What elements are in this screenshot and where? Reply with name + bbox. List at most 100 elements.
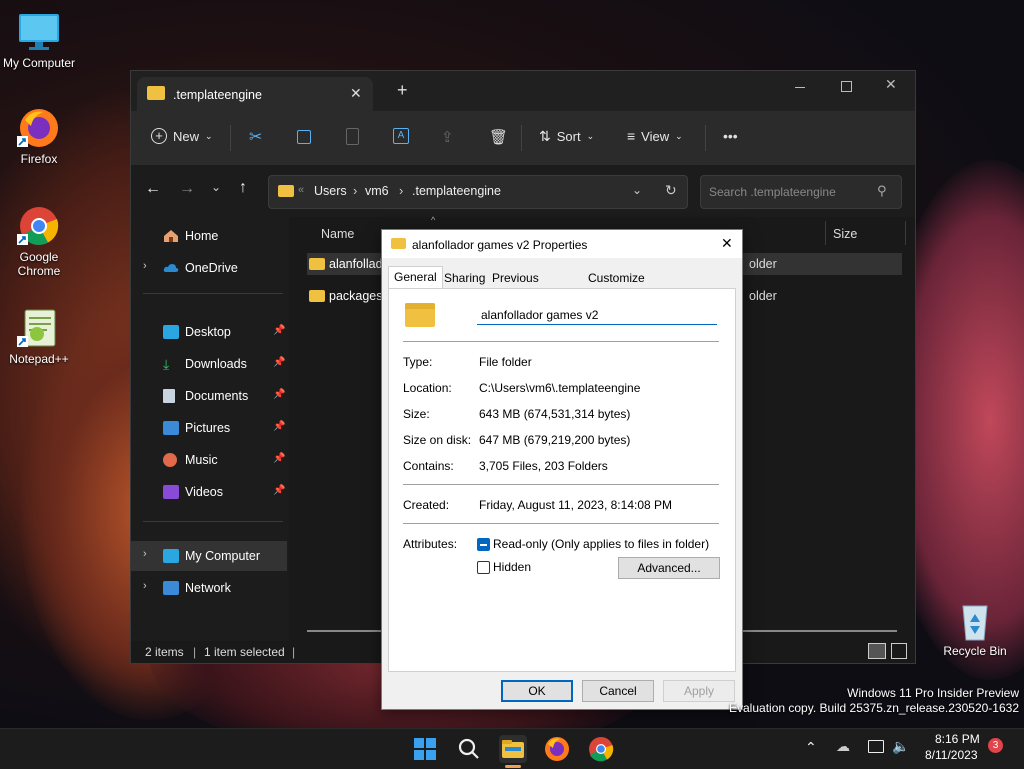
volume-icon[interactable]: 🔈 xyxy=(892,738,909,755)
readonly-label: Read-only (Only applies to files in fold… xyxy=(493,537,710,551)
cut-icon[interactable]: ✂ xyxy=(249,127,262,147)
explorer-tab[interactable]: .templateengine ✕ xyxy=(137,77,373,111)
firefox-icon xyxy=(17,106,61,150)
created-value: Friday, August 11, 2023, 8:14:08 PM xyxy=(479,498,673,512)
view-button[interactable]: ≡ View ⌄ xyxy=(627,128,683,144)
chevron-right-icon[interactable]: › xyxy=(143,548,147,560)
pin-icon[interactable]: 📌 xyxy=(273,485,285,496)
tab-sharing[interactable]: Sharing xyxy=(439,268,490,288)
new-button[interactable]: + New ⌄ xyxy=(151,128,213,144)
apply-button[interactable]: Apply xyxy=(663,680,735,702)
nav-label: Pictures xyxy=(185,421,231,435)
cloud-offline-icon[interactable]: ☁ xyxy=(836,738,850,755)
readonly-checkbox[interactable] xyxy=(477,538,490,551)
title-bar: .templateengine ✕ + ✕ xyxy=(131,71,915,111)
column-header-size[interactable]: Size xyxy=(833,227,857,241)
desktop-icon-my-computer[interactable]: My Computer xyxy=(1,10,77,70)
start-windows-icon[interactable] xyxy=(411,735,439,763)
up-icon[interactable]: ↑ xyxy=(239,179,247,197)
network-icon[interactable] xyxy=(868,740,884,753)
details-view-icon[interactable] xyxy=(868,643,886,659)
nav-item-documents[interactable]: Documents 📌 xyxy=(131,381,287,411)
pin-icon[interactable]: 📌 xyxy=(273,325,285,336)
minimize-icon[interactable] xyxy=(795,87,805,88)
properties-dialog: alanfollador games v2 Properties ✕ Gener… xyxy=(381,229,743,710)
nav-item-home[interactable]: Home xyxy=(131,221,287,251)
desktop-icon-notepad-plus-plus[interactable]: Notepad++ xyxy=(1,306,77,366)
toolbar-divider xyxy=(521,125,522,151)
pin-icon[interactable]: 📌 xyxy=(273,453,285,464)
search-box[interactable]: Search .templateengine ⚲ xyxy=(700,175,902,209)
folder-name-input[interactable] xyxy=(477,305,717,325)
hidden-checkbox[interactable] xyxy=(477,561,490,574)
desktop-icon-firefox[interactable]: Firefox xyxy=(1,106,77,166)
nav-item-my-computer[interactable]: › My Computer xyxy=(131,541,287,571)
sort-button-label: Sort xyxy=(556,129,581,144)
breadcrumb-templateengine[interactable]: .templateengine xyxy=(412,184,501,198)
hidden-label: Hidden xyxy=(493,560,532,574)
nav-item-network[interactable]: › Network xyxy=(131,573,287,603)
pin-icon[interactable]: 📌 xyxy=(273,389,285,400)
new-tab-button[interactable]: + xyxy=(397,81,408,99)
firefox-icon[interactable] xyxy=(543,735,571,763)
folder-icon xyxy=(278,185,294,197)
pin-icon[interactable]: 📌 xyxy=(273,357,285,368)
tab-general[interactable]: General xyxy=(388,266,443,289)
pin-icon[interactable]: 📌 xyxy=(273,421,285,432)
desktop-icon-google-chrome[interactable]: Google Chrome xyxy=(1,204,77,278)
clock-date[interactable]: 8/11/2023 xyxy=(925,748,978,762)
search-icon[interactable] xyxy=(455,735,483,763)
nav-item-music[interactable]: Music 📌 xyxy=(131,445,287,475)
breadcrumb-users[interactable]: Users xyxy=(314,184,347,198)
sort-button[interactable]: ⇅ Sort ⌄ xyxy=(539,128,594,145)
search-placeholder: Search .templateengine xyxy=(709,185,836,199)
nav-item-pictures[interactable]: Pictures 📌 xyxy=(131,413,287,443)
paste-icon[interactable] xyxy=(346,128,359,145)
copy-icon[interactable] xyxy=(297,130,311,144)
delete-icon[interactable]: 🗑 xyxy=(489,128,508,146)
column-header-name[interactable]: Name xyxy=(321,227,354,241)
notification-badge[interactable]: 3 xyxy=(988,738,1003,753)
address-bar[interactable]: « Users › vm6 › .templateengine ⌄ ↻ xyxy=(268,175,688,209)
desktop-icon-recycle-bin[interactable]: Recycle Bin xyxy=(937,598,1013,658)
chevron-down-icon: ⌄ xyxy=(586,131,595,141)
nav-item-desktop[interactable]: Desktop 📌 xyxy=(131,317,287,347)
tab-previous-versions[interactable]: Previous Versions xyxy=(487,268,544,305)
file-name: alanfollad xyxy=(329,257,383,271)
breadcrumb-vm6[interactable]: vm6 xyxy=(365,184,389,198)
refresh-icon[interactable]: ↻ xyxy=(665,182,677,199)
clock-time[interactable]: 8:16 PM xyxy=(935,732,980,746)
nav-item-onedrive[interactable]: › OneDrive xyxy=(131,253,287,283)
advanced-button[interactable]: Advanced... xyxy=(618,557,720,579)
rename-icon[interactable]: A xyxy=(393,128,409,144)
nav-label: Downloads xyxy=(185,357,247,371)
chevron-down-icon[interactable]: ⌄ xyxy=(632,183,642,197)
back-icon[interactable]: ← xyxy=(145,180,161,198)
nav-item-downloads[interactable]: ⤓ Downloads 📌 xyxy=(131,349,287,379)
cancel-button[interactable]: Cancel xyxy=(582,680,654,702)
share-icon[interactable]: ⇪ xyxy=(441,128,454,146)
close-window-icon[interactable]: ✕ xyxy=(885,76,897,93)
close-tab-icon[interactable]: ✕ xyxy=(350,85,362,102)
pictures-icon xyxy=(163,421,179,435)
large-icons-view-icon[interactable] xyxy=(891,643,907,659)
file-explorer-taskbar-icon[interactable] xyxy=(499,735,527,763)
recent-locations-icon[interactable]: ⌄ xyxy=(211,180,221,194)
chevron-right-icon[interactable]: › xyxy=(143,260,147,272)
size-label: Size: xyxy=(403,407,430,421)
more-options-button[interactable]: ••• xyxy=(723,128,738,144)
taskbar: ⌃ ☁ 🔈 8:16 PM 8/11/2023 3 xyxy=(0,728,1024,769)
tab-customize[interactable]: Customize xyxy=(583,268,650,288)
close-dialog-icon[interactable]: ✕ xyxy=(721,235,733,252)
chevron-right-icon[interactable]: › xyxy=(143,580,147,592)
maximize-icon[interactable] xyxy=(841,81,852,92)
column-divider xyxy=(825,221,826,245)
chrome-icon[interactable] xyxy=(587,735,615,763)
ok-button[interactable]: OK xyxy=(501,680,573,702)
breadcrumb-overflow[interactable]: « xyxy=(298,184,304,196)
nav-item-videos[interactable]: Videos 📌 xyxy=(131,477,287,507)
sort-ascending-icon: ^ xyxy=(431,215,436,225)
forward-icon[interactable]: → xyxy=(179,180,195,198)
chevron-up-icon[interactable]: ⌃ xyxy=(805,739,817,756)
cloud-icon xyxy=(163,261,179,275)
